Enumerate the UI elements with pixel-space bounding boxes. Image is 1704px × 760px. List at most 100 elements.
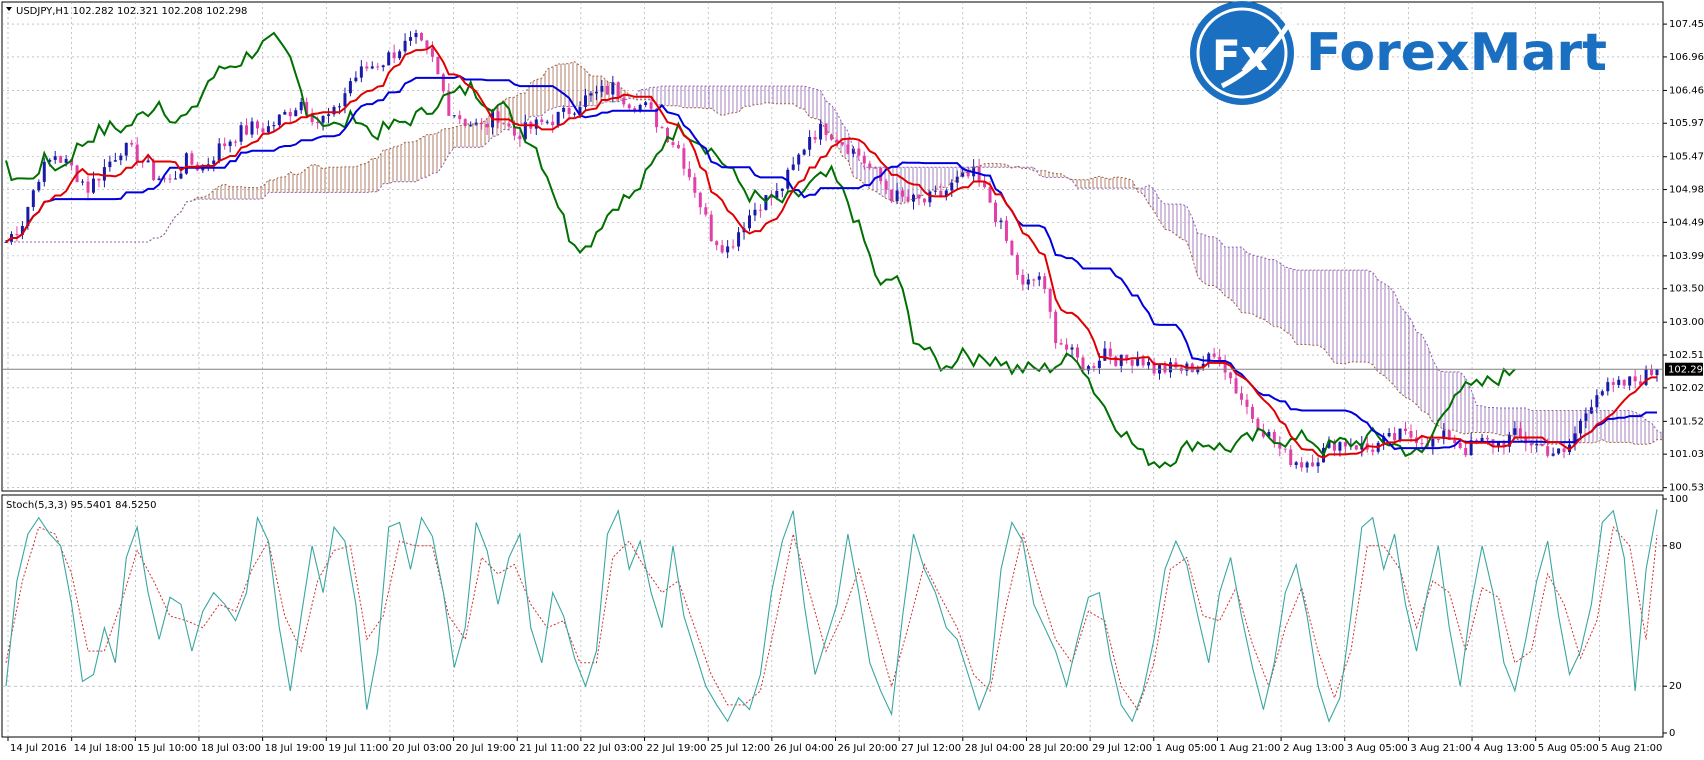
candle-body bbox=[81, 181, 85, 183]
cloud-segment bbox=[350, 166, 356, 193]
candle-body bbox=[594, 91, 598, 94]
y-tick-label: 101.520 bbox=[1669, 416, 1704, 427]
candle-body bbox=[676, 145, 680, 149]
cloud-segment bbox=[590, 76, 597, 106]
cloud-segment bbox=[1454, 371, 1461, 434]
cloud-segment bbox=[547, 66, 553, 111]
cloud-segment bbox=[1164, 204, 1171, 231]
cloud-segment bbox=[1246, 252, 1253, 314]
candle-body bbox=[518, 135, 522, 140]
cloud-segment bbox=[1126, 178, 1133, 189]
cloud-segment bbox=[459, 124, 466, 148]
candle-body bbox=[884, 181, 888, 190]
candle-body bbox=[370, 66, 374, 69]
cloud-segment bbox=[815, 89, 821, 121]
cloud-segment bbox=[426, 134, 433, 177]
cloud-segment bbox=[809, 87, 816, 119]
candle-body bbox=[294, 110, 298, 117]
candle-body bbox=[337, 106, 341, 108]
candle-body bbox=[316, 122, 320, 124]
cloud-segment bbox=[1203, 234, 1209, 286]
cloud-segment bbox=[241, 186, 247, 200]
cloud-segment bbox=[328, 167, 335, 193]
candle-body bbox=[1163, 365, 1167, 373]
candle-body bbox=[135, 144, 139, 162]
candle-body bbox=[458, 115, 462, 120]
candle-body bbox=[1086, 366, 1090, 371]
y-tick-label: 101.030 bbox=[1669, 449, 1704, 460]
cloud-segment bbox=[230, 186, 236, 200]
cloud-segment bbox=[1361, 270, 1368, 363]
cloud-segment bbox=[1503, 408, 1510, 436]
candle-body bbox=[157, 178, 161, 181]
cloud-segment bbox=[1356, 270, 1362, 362]
candle-body bbox=[354, 77, 358, 82]
x-tick-label: 4 Aug 13:00 bbox=[1474, 743, 1535, 754]
candle-body bbox=[436, 56, 440, 75]
cloud-segment bbox=[1181, 204, 1187, 242]
cloud-segment bbox=[667, 86, 673, 106]
price-axis-ticks: 107.450 106.960 106.460 105.970 105.470 104.9… bbox=[1663, 19, 1704, 494]
candle-body bbox=[1294, 462, 1298, 466]
candle-body bbox=[277, 114, 281, 126]
candle-body bbox=[1600, 391, 1604, 396]
y-tick-label: 103.500 bbox=[1669, 284, 1704, 295]
candle-body bbox=[113, 160, 117, 162]
cloud-segment bbox=[1646, 419, 1652, 445]
candle-body bbox=[1398, 428, 1402, 441]
candle-body bbox=[1436, 439, 1440, 441]
cloud-segment bbox=[1421, 334, 1428, 414]
candle-body bbox=[1021, 274, 1025, 285]
candle-body bbox=[1300, 462, 1304, 468]
cloud-segment bbox=[640, 89, 646, 100]
candle-body bbox=[1141, 357, 1145, 366]
candle-body bbox=[726, 246, 730, 253]
cloud-segment bbox=[940, 167, 947, 189]
cloud-segment bbox=[339, 166, 345, 193]
cloud-segment bbox=[1624, 410, 1630, 443]
x-tick-label: 29 Jul 12:00 bbox=[1092, 743, 1152, 754]
cloud-segment bbox=[1553, 410, 1559, 445]
stoch-axis-ticks: 100 80 20 0 bbox=[1663, 494, 1688, 739]
cloud-segment bbox=[1350, 270, 1357, 362]
cloud-segment bbox=[334, 167, 340, 193]
candle-body bbox=[901, 190, 905, 197]
candle-body bbox=[1633, 376, 1637, 382]
x-tick-label: 27 Jul 12:00 bbox=[901, 743, 961, 754]
candle-body bbox=[184, 153, 188, 174]
x-tick-label: 19 Jul 11:00 bbox=[328, 743, 388, 754]
y-tick-label: 100.530 bbox=[1669, 483, 1704, 494]
x-tick-label: 1 Aug 21:00 bbox=[1219, 743, 1280, 754]
cloud-segment bbox=[1082, 179, 1089, 189]
x-tick-label: 26 Jul 04:00 bbox=[774, 743, 834, 754]
candle-body bbox=[698, 192, 702, 208]
cloud-segment bbox=[530, 79, 537, 117]
candle-body bbox=[173, 178, 177, 180]
candle-body bbox=[1338, 442, 1342, 451]
candle-body bbox=[108, 161, 112, 168]
cloud-segment bbox=[394, 145, 400, 182]
cloud-segment bbox=[306, 164, 313, 193]
cloud-segment bbox=[913, 167, 919, 200]
candle-body bbox=[709, 214, 713, 242]
cloud-segment bbox=[323, 167, 329, 193]
cloud-segment bbox=[416, 137, 422, 182]
candle-body bbox=[687, 168, 691, 178]
y-tick-label: 103.000 bbox=[1669, 317, 1704, 328]
cloud-segment bbox=[733, 86, 739, 113]
cloud-segment bbox=[782, 86, 788, 104]
candle-body bbox=[895, 190, 899, 202]
candle-body bbox=[1048, 288, 1052, 312]
candle-body bbox=[179, 173, 183, 179]
candle-body bbox=[409, 37, 413, 41]
y-tick-label: 105.970 bbox=[1669, 118, 1704, 129]
cloud-segment bbox=[1536, 410, 1543, 446]
cloud-segment bbox=[1252, 255, 1258, 318]
x-tick-label: 14 Jul 18:00 bbox=[74, 743, 134, 754]
candle-body bbox=[359, 66, 363, 78]
candle-body bbox=[469, 125, 473, 127]
cloud-segment bbox=[678, 86, 684, 108]
candle-body bbox=[223, 143, 227, 147]
cloud-segment bbox=[1339, 270, 1346, 364]
candle-body bbox=[556, 111, 560, 126]
